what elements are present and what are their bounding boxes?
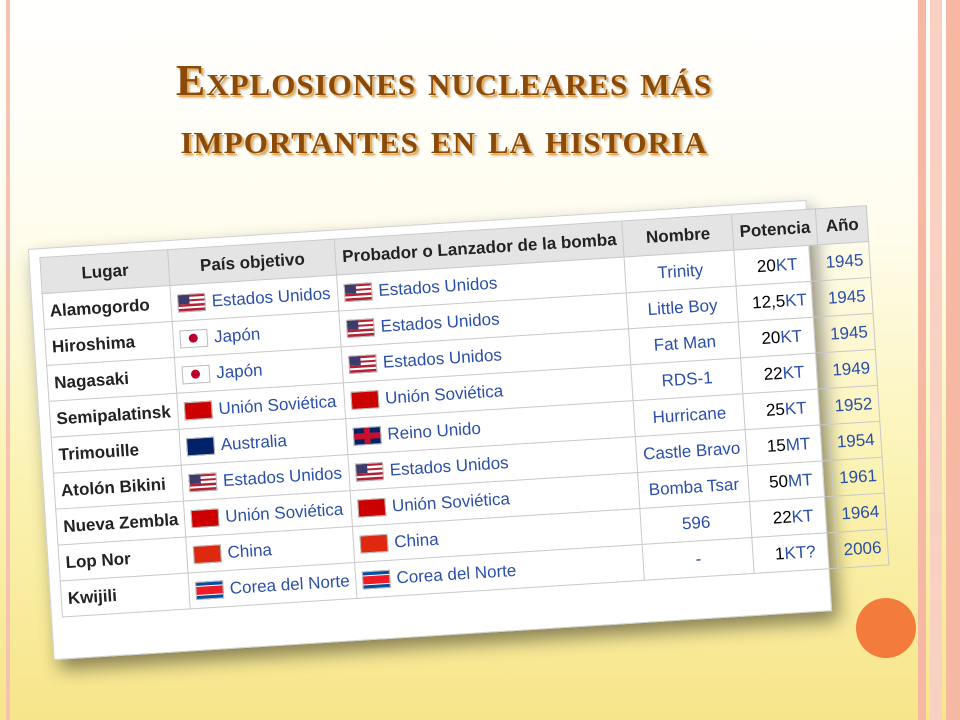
china-flag-icon [193,544,223,565]
cell-potencia: 15MT [745,424,832,466]
us-flag-icon [188,472,218,493]
australia-flag-icon [186,436,216,457]
slide-title: Explosiones nucleares más importantes en… [175,56,713,163]
cell-potencia: 12,5KT [736,280,823,322]
us-flag-icon [355,462,385,482]
ussr-flag-icon [357,497,387,518]
left-border-stripe [6,0,10,720]
cell-potencia: 22KT [741,352,828,394]
cell-lugar: Kwijili [60,572,191,617]
cell-potencia: 25KT [743,388,830,430]
cell-potencia: 20KT [738,316,825,358]
us-flag-icon [343,282,374,303]
us-flag-icon [346,318,376,339]
cell-anio[interactable]: 1954 [829,421,883,461]
cell-nombre[interactable]: - [642,537,755,581]
right-border-stripe [930,0,942,720]
cell-anio[interactable]: 1945 [820,277,874,317]
cell-anio[interactable]: 1945 [817,241,871,281]
nuclear-tests-table: Lugar País objetivo Probador o Lanzador … [39,205,890,617]
cell-potencia: 20KT [734,244,821,286]
cell-anio[interactable]: 1961 [831,457,885,497]
north-korea-flag-icon [362,569,392,590]
cell-anio[interactable]: 1945 [822,313,876,353]
ussr-flag-icon [184,400,214,421]
nuclear-tests-table-image: Lugar País objetivo Probador o Lanzador … [27,199,890,661]
header-potencia: Potencia [732,208,818,251]
cell-potencia: 1KT? [752,532,839,574]
cell-anio[interactable]: 1952 [827,385,881,425]
us-flag-icon [177,292,207,313]
right-border-stripe [946,0,960,720]
cell-potencia: 50MT [747,460,834,502]
japan-flag-icon [181,364,211,385]
cell-potencia: 22KT [750,496,837,538]
us-flag-icon [348,354,378,374]
cell-anio[interactable]: 1964 [833,493,887,533]
cell-anio[interactable]: 1949 [824,349,878,389]
china-flag-icon [359,533,389,554]
ussr-flag-icon [190,508,220,529]
cell-anio[interactable]: 2006 [836,529,890,569]
uk-flag-icon [352,426,383,446]
japan-flag-icon [179,328,209,349]
accent-circle [856,598,916,658]
right-border-stripe [918,0,926,720]
north-korea-flag-icon [195,580,225,601]
header-anio: Año [815,205,869,245]
ussr-flag-icon [350,390,380,410]
